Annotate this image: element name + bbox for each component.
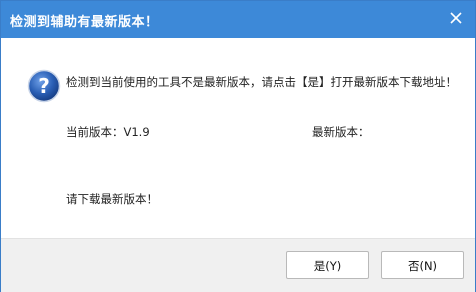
latest-version: 最新版本： xyxy=(312,125,370,139)
question-icon: ? xyxy=(27,69,61,103)
no-button[interactable]: 否(N) xyxy=(381,251,464,279)
dialog-title: 检测到辅助有最新版本！ xyxy=(10,15,159,30)
yes-button[interactable]: 是(Y) xyxy=(286,251,369,279)
button-bar: 是(Y) 否(N) xyxy=(1,238,475,292)
update-dialog: 检测到辅助有最新版本！ ? 检测到当前使用的工具不是最新版本，请点击【是】打开最… xyxy=(0,0,476,292)
current-version: 当前版本：V1.9 xyxy=(66,125,150,139)
download-prompt: 请下载最新版本！ xyxy=(66,192,158,206)
dialog-message: 检测到当前使用的工具不是最新版本，请点击【是】打开最新版本下载地址！ xyxy=(66,75,457,89)
title-bar: 检测到辅助有最新版本！ xyxy=(1,1,475,38)
svg-text:?: ? xyxy=(38,74,50,98)
close-icon xyxy=(450,12,462,24)
close-button[interactable] xyxy=(443,5,469,31)
